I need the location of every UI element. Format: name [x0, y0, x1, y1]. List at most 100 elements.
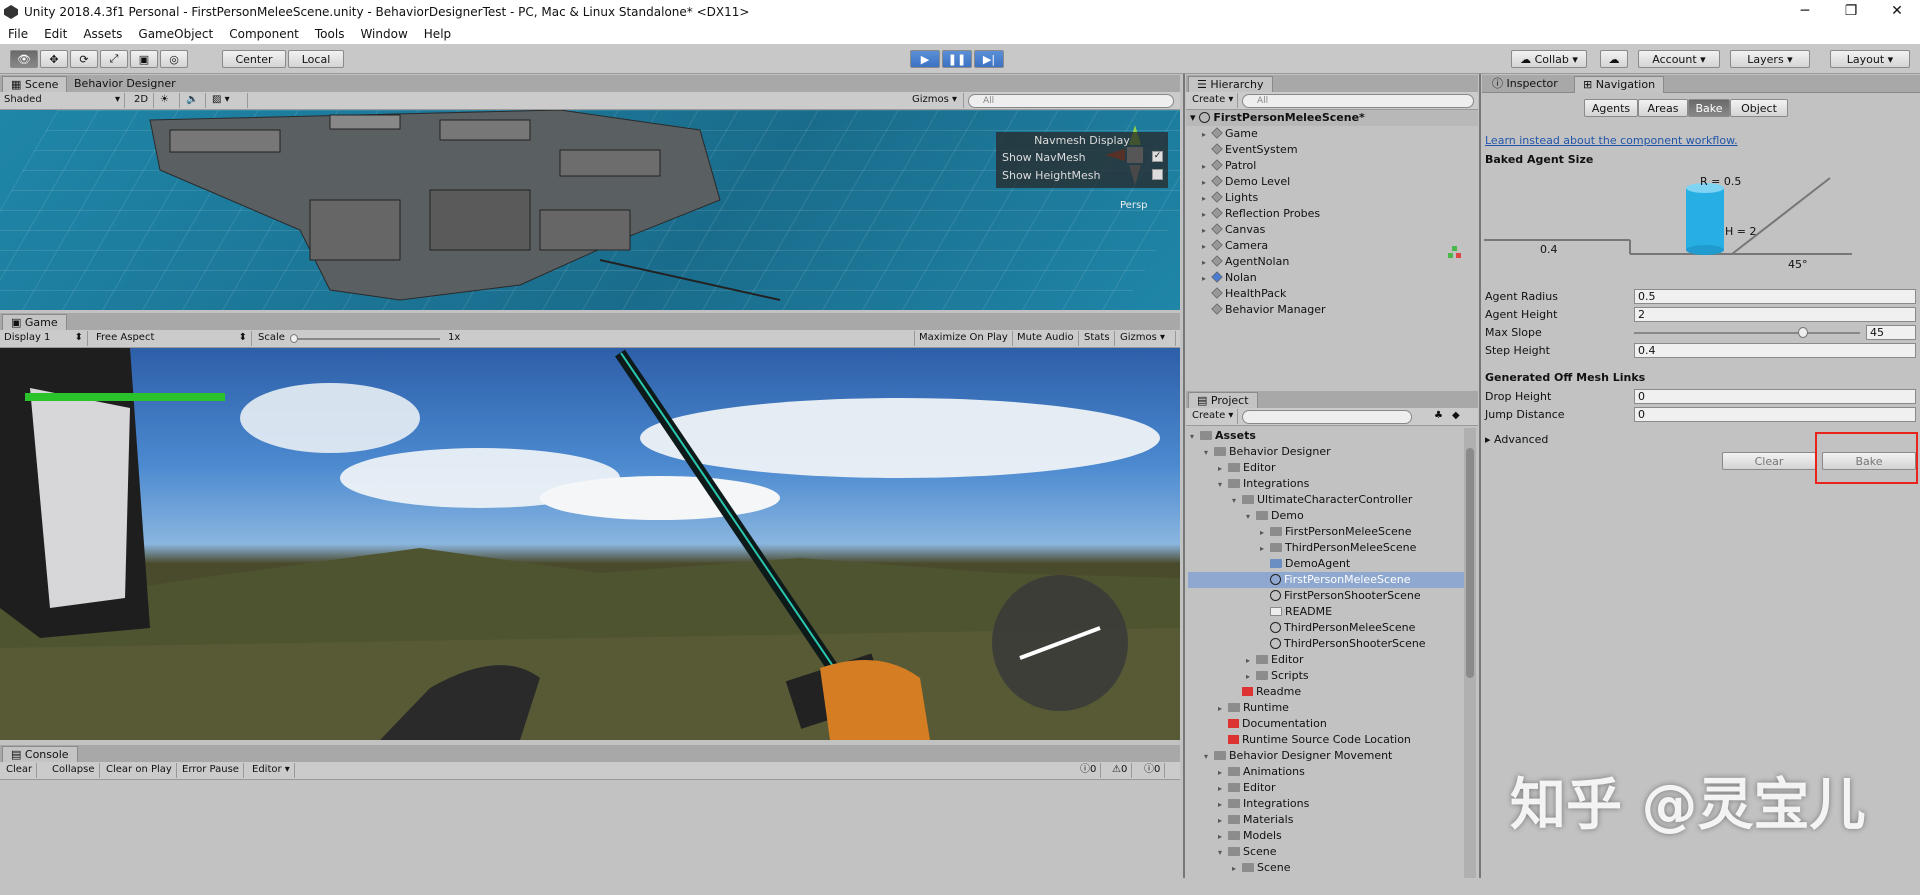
tab-hierarchy[interactable]: ☰ Hierarchy [1188, 76, 1273, 93]
scene-search-input[interactable]: All [968, 94, 1174, 108]
max-slope-field[interactable]: 45 [1866, 325, 1916, 340]
hierarchy-item[interactable]: ▸ Game [1202, 126, 1326, 142]
move-tool-icon[interactable]: ✥ [40, 50, 68, 68]
splitter-right[interactable] [1479, 74, 1481, 878]
project-item[interactable]: ▸ Editor [1188, 652, 1464, 668]
display-dropdown[interactable]: Display 1 ⬍ [0, 331, 88, 346]
tab-game[interactable]: ▣ Game [2, 314, 67, 331]
foldout-arrow-icon[interactable]: ▾ [1190, 429, 1200, 445]
project-item[interactable]: Runtime Source Code Location [1188, 732, 1464, 748]
menu-tools[interactable]: Tools [307, 27, 353, 41]
jump-distance-field[interactable]: 0 [1634, 407, 1916, 422]
menu-file[interactable]: File [0, 27, 36, 41]
project-item[interactable]: ▸ Editor [1188, 460, 1464, 476]
project-item[interactable]: FirstPersonShooterScene [1188, 588, 1464, 604]
splitter-left[interactable] [1183, 74, 1185, 878]
2d-toggle[interactable]: 2D [130, 93, 154, 108]
console-log-area[interactable] [0, 780, 1180, 878]
tab-console[interactable]: ▤ Console [2, 746, 78, 763]
project-item[interactable]: ▾ Behavior Designer [1188, 444, 1464, 460]
foldout-arrow-icon[interactable]: ▸ [1246, 653, 1256, 669]
project-item[interactable]: ▾ Assets [1188, 428, 1464, 444]
foldout-arrow-icon[interactable]: ▾ [1232, 493, 1242, 509]
console-clear-button[interactable]: Clear [2, 763, 38, 778]
scale-slider-handle[interactable] [290, 334, 298, 343]
minimize-button[interactable]: ─ [1782, 0, 1828, 24]
play-button[interactable]: ▶ [910, 50, 940, 68]
scene-gizmos-dropdown[interactable]: Gizmos ▾ [908, 93, 964, 108]
hierarchy-item[interactable]: ▸ AgentNolan [1202, 254, 1326, 270]
project-item[interactable]: ▾ Scene [1188, 844, 1464, 860]
account-dropdown[interactable]: Account ▾ [1638, 50, 1720, 68]
foldout-arrow-icon[interactable]: ▸ [1260, 525, 1270, 541]
project-item[interactable]: ▸ Scripts [1188, 668, 1464, 684]
project-item[interactable]: ▾ Behavior Designer Movement [1188, 748, 1464, 764]
lighting-icon[interactable]: ☀ [156, 93, 180, 108]
foldout-arrow-icon[interactable]: ▾ [1204, 749, 1214, 765]
project-search-input[interactable] [1242, 410, 1412, 424]
transform-tool-icon[interactable]: ◎ [160, 50, 188, 68]
foldout-arrow-icon[interactable]: ▸ [1218, 813, 1228, 829]
aspect-dropdown[interactable]: Free Aspect ⬍ [92, 331, 252, 346]
collab-button[interactable]: ☁ Collab ▾ [1511, 50, 1587, 68]
show-heightmesh-checkbox[interactable] [1152, 169, 1163, 180]
hierarchy-item[interactable]: ▸ Patrol [1202, 158, 1326, 174]
console-warning-count[interactable]: ⚠0 [1108, 763, 1133, 778]
clear-button[interactable]: Clear [1722, 452, 1816, 470]
game-gizmos-dropdown[interactable]: Gizmos ▾ [1116, 331, 1176, 346]
foldout-arrow-icon[interactable]: ▾ [1218, 477, 1228, 493]
project-item[interactable]: ▸ Editor [1188, 780, 1464, 796]
hierarchy-create-dropdown[interactable]: Create ▾ [1188, 93, 1239, 108]
show-navmesh-checkbox[interactable]: ✓ [1152, 151, 1163, 162]
foldout-arrow-icon[interactable]: ▾ [1218, 845, 1228, 861]
pivot-local-button[interactable]: Local [288, 50, 344, 68]
rotate-tool-icon[interactable]: ⟳ [70, 50, 98, 68]
tab-inspector[interactable]: ⓘ Inspector [1484, 76, 1566, 93]
effects-icon[interactable]: ▨ ▾ [208, 93, 248, 108]
hierarchy-item[interactable]: EventSystem [1202, 142, 1326, 158]
foldout-arrow-icon[interactable]: ▸ [1218, 461, 1228, 477]
drop-height-field[interactable]: 0 [1634, 389, 1916, 404]
project-item[interactable]: ThirdPersonMeleeScene [1188, 620, 1464, 636]
console-collapse-button[interactable]: Collapse [48, 763, 100, 778]
component-workflow-link[interactable]: Learn instead about the component workfl… [1485, 134, 1738, 147]
project-item[interactable]: ▸ Scene [1188, 860, 1464, 876]
foldout-arrow-icon[interactable]: ▸ [1218, 797, 1228, 813]
console-error-pause-button[interactable]: Error Pause [178, 763, 244, 778]
shading-dropdown[interactable]: Shaded ▾ [0, 93, 125, 108]
project-item[interactable]: ▾ Demo [1188, 508, 1464, 524]
console-clear-on-play-button[interactable]: Clear on Play [102, 763, 177, 778]
close-button[interactable]: ✕ [1874, 0, 1920, 24]
foldout-arrow-icon[interactable]: ▾ [1204, 445, 1214, 461]
project-scrollbar[interactable] [1464, 428, 1476, 878]
subtab-object[interactable]: Object [1730, 99, 1788, 117]
menu-window[interactable]: Window [352, 27, 415, 41]
menu-assets[interactable]: Assets [75, 27, 130, 41]
project-item[interactable]: ▸ Materials [1188, 812, 1464, 828]
layout-dropdown[interactable]: Layout ▾ [1830, 50, 1910, 68]
tab-scene[interactable]: ▦ Scene [2, 76, 68, 93]
project-item[interactable]: FirstPersonMeleeScene [1188, 572, 1464, 588]
project-scrollbar-thumb[interactable] [1466, 448, 1474, 678]
filter-type-icon[interactable]: ♣ [1430, 409, 1447, 424]
foldout-arrow-icon[interactable]: ▸ [1218, 701, 1228, 717]
project-item[interactable]: ▸ Runtime [1188, 700, 1464, 716]
project-item[interactable]: ▸ Animations [1188, 764, 1464, 780]
scale-tool-icon[interactable]: ⤢ [100, 50, 128, 68]
max-slope-slider-handle[interactable] [1798, 327, 1808, 338]
agent-radius-field[interactable]: 0.5 [1634, 289, 1916, 304]
advanced-foldout[interactable]: ▸ Advanced [1485, 433, 1548, 446]
subtab-bake[interactable]: Bake [1688, 99, 1730, 117]
pause-button[interactable]: ❚❚ [942, 50, 972, 68]
project-item[interactable]: ▸ ThirdPersonMeleeScene [1188, 540, 1464, 556]
project-item[interactable]: DemoAgent [1188, 556, 1464, 572]
subtab-agents[interactable]: Agents [1584, 99, 1638, 117]
menu-edit[interactable]: Edit [36, 27, 75, 41]
foldout-arrow-icon[interactable]: ▸ [1260, 541, 1270, 557]
menu-component[interactable]: Component [221, 27, 307, 41]
agent-height-field[interactable]: 2 [1634, 307, 1916, 322]
console-info-count[interactable]: ⓘ0 [1076, 763, 1102, 778]
filter-label-icon[interactable]: ◆ [1448, 409, 1464, 424]
hierarchy-item[interactable]: ▸ Canvas [1202, 222, 1326, 238]
project-item[interactable]: ThirdPersonShooterScene [1188, 636, 1464, 652]
